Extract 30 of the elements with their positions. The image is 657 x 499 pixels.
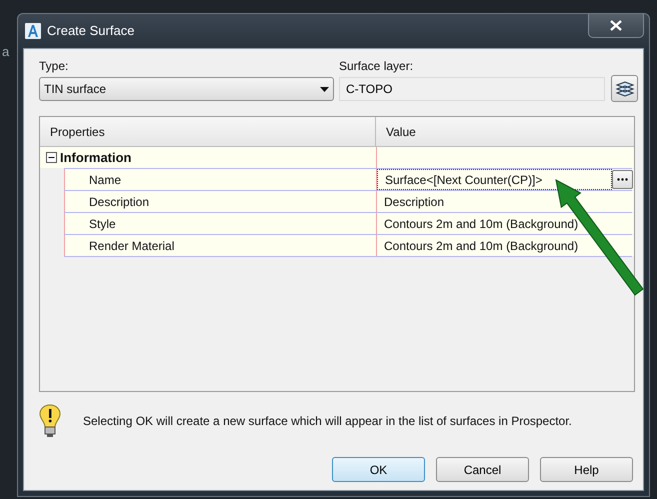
window-title: Create Surface — [47, 22, 134, 40]
app-logo-icon — [25, 23, 41, 39]
dialog-button[interactable]: Cancel — [436, 457, 529, 482]
info-message: Selecting OK will create a new surface which will appear in the list of surfaces in Prospector. — [83, 413, 572, 430]
property-value[interactable]: Description — [377, 191, 634, 212]
dialog-button[interactable]: Help — [540, 457, 633, 482]
property-name: Name — [89, 172, 122, 188]
property-name: Description — [89, 194, 150, 210]
browse-button[interactable] — [612, 170, 633, 189]
expand-toggle[interactable] — [46, 152, 57, 163]
column-header[interactable]: Properties — [40, 117, 376, 146]
ellipsis-icon — [617, 178, 628, 181]
layers-icon — [614, 80, 634, 98]
surface-layer-field[interactable]: C-TOPO — [339, 77, 605, 101]
property-name: Render Material — [89, 238, 174, 254]
layer-button[interactable] — [611, 75, 638, 102]
close-button[interactable] — [588, 14, 644, 38]
surface-layer-label: Surface layer: — [339, 59, 414, 74]
type-label: Type: — [39, 59, 70, 74]
background-text: a — [2, 43, 10, 61]
group-title: Information — [60, 148, 132, 167]
caret-icon — [320, 86, 329, 92]
column-header[interactable]: Value — [376, 117, 634, 146]
type-dropdown[interactable]: TIN surface — [39, 77, 334, 101]
close-icon — [610, 20, 622, 31]
property-value[interactable]: Contours 2m and 10m (Background) — [377, 213, 634, 234]
lightbulb-icon — [39, 404, 61, 438]
property-name: Style — [89, 216, 116, 232]
dialog-button[interactable]: OK — [332, 457, 425, 482]
property-value[interactable]: Contours 2m and 10m (Background) — [377, 235, 634, 256]
